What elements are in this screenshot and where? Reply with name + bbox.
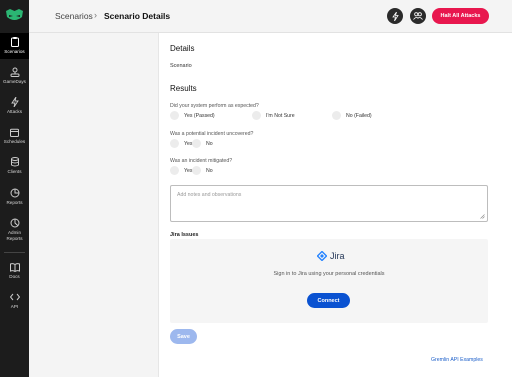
joystick-icon <box>10 67 20 77</box>
lightning-icon <box>391 11 399 21</box>
radio-yes-passed[interactable]: Yes (Passed) <box>170 111 215 120</box>
sidebar-item-label: Docs <box>9 274 20 279</box>
sidebar-item-docs[interactable]: Docs <box>0 262 29 280</box>
jira-connect-panel: Jira Sign in to Jira using your personal… <box>170 239 488 323</box>
admin-pie-icon <box>10 218 20 228</box>
halt-all-attacks-button[interactable]: Halt All Attacks <box>432 8 489 24</box>
sidebar-item-attacks[interactable]: Attacks <box>0 97 29 115</box>
results-heading: Results <box>170 84 197 93</box>
breadcrumb-separator: › <box>94 10 97 20</box>
database-icon <box>10 157 20 167</box>
sidebar-item-clients[interactable]: Clients <box>0 157 29 175</box>
notes-textarea[interactable]: Add notes and observations <box>170 185 488 222</box>
sidebar-item-admin-reports[interactable]: Admin Reports <box>0 218 29 241</box>
radio-mitigated-yes[interactable]: Yes <box>170 166 192 175</box>
sidebar-item-schedules[interactable]: Schedules <box>0 127 29 145</box>
resize-handle-icon[interactable] <box>480 214 485 219</box>
clipboard-icon <box>10 37 20 47</box>
jira-logo: Jira <box>317 251 345 261</box>
gremlin-logo[interactable] <box>5 8 24 23</box>
sidebar-item-scenarios[interactable]: Scenarios <box>0 33 29 59</box>
sidebar-divider <box>4 252 25 253</box>
sidebar-item-label: GameDays <box>3 79 26 84</box>
code-icon <box>9 292 20 302</box>
sidebar-item-label: API <box>10 304 19 309</box>
sidebar-item-label: Clients <box>7 169 22 174</box>
radio-circle <box>252 111 261 120</box>
question-performance: Did your system perform as expected? <box>170 103 259 109</box>
sidebar-item-label: Scenarios <box>4 49 25 54</box>
radio-circle <box>192 166 201 175</box>
lightning-icon <box>10 97 20 107</box>
jira-issues-heading: Jira Issues <box>170 232 199 238</box>
team-button[interactable] <box>410 8 426 24</box>
details-heading: Details <box>170 44 195 53</box>
sidebar-item-label: Schedules <box>3 139 26 144</box>
radio-uncovered-yes[interactable]: Yes <box>170 139 192 148</box>
jira-wordmark: Jira <box>330 251 345 261</box>
radio-not-sure[interactable]: I'm Not Sure <box>252 111 295 120</box>
sidebar-item-gamedays[interactable]: GameDays <box>0 67 29 85</box>
pie-chart-icon <box>10 188 20 198</box>
top-header: Scenarios › Scenario Details Halt All At… <box>29 0 512 33</box>
radio-circle <box>192 139 201 148</box>
radio-mitigated-no[interactable]: No <box>192 166 213 175</box>
calendar-icon <box>10 127 20 137</box>
sidebar-item-reports[interactable]: Reports <box>0 188 29 206</box>
sidebar-item-label: Reports <box>6 200 23 205</box>
sidebar-item-api[interactable]: API <box>0 292 29 310</box>
jira-icon <box>317 251 327 261</box>
jira-sign-in-text: Sign in to Jira using your personal cred… <box>273 271 385 277</box>
radio-circle <box>170 139 179 148</box>
radio-circle <box>332 111 341 120</box>
radio-circle <box>170 166 179 175</box>
users-icon <box>413 12 423 20</box>
attack-button[interactable] <box>387 8 403 24</box>
question-incident-uncovered: Was a potential incident uncovered? <box>170 131 254 137</box>
gremlin-api-examples-link[interactable]: Gremlin API Examples <box>431 357 483 363</box>
scenario-details-panel: Details Scenario Results Did your system… <box>158 33 512 377</box>
sidebar: Scenarios GameDays Attacks Schedules Cli… <box>0 0 29 377</box>
question-incident-mitigated: Was an incident mitigated? <box>170 158 233 164</box>
notes-placeholder: Add notes and observations <box>177 192 242 198</box>
sidebar-item-label: Admin Reports <box>6 230 23 241</box>
save-button[interactable]: Save <box>170 329 197 344</box>
page-title: Scenario Details <box>104 11 171 21</box>
radio-circle <box>170 111 179 120</box>
radio-no-failed[interactable]: No (Failed) <box>332 111 372 120</box>
book-icon <box>9 262 20 272</box>
scenario-name: Scenario <box>170 63 192 69</box>
sidebar-item-label: Attacks <box>6 109 23 114</box>
breadcrumb-scenarios[interactable]: Scenarios <box>55 11 93 21</box>
connect-button[interactable]: Connect <box>307 293 350 308</box>
radio-uncovered-no[interactable]: No <box>192 139 213 148</box>
